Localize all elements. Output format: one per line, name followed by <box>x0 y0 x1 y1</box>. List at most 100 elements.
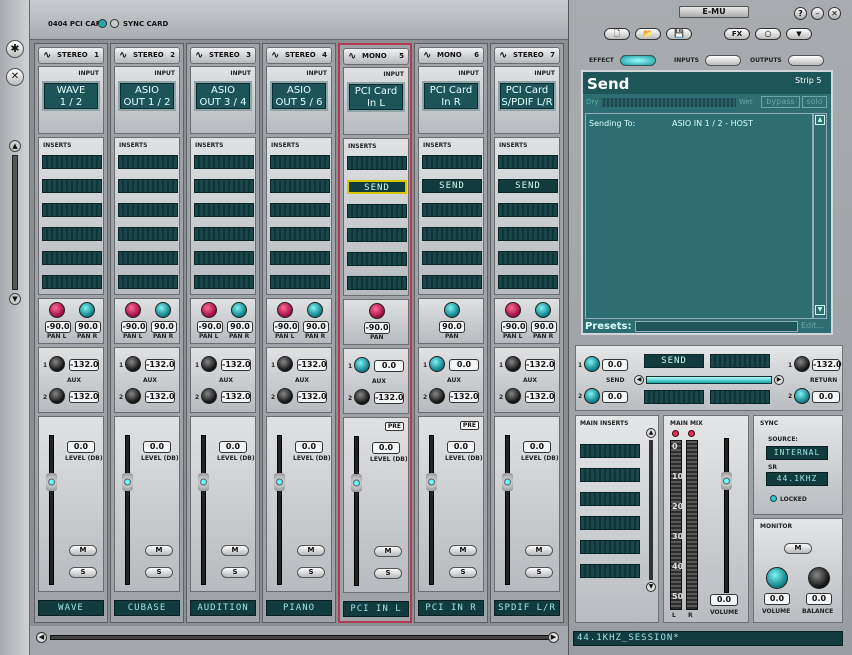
main-insert-slot[interactable] <box>580 444 640 458</box>
aux-value-1[interactable]: -132.0 <box>297 359 327 371</box>
main-insert-slot[interactable] <box>580 540 640 554</box>
vertical-scrollbar[interactable] <box>12 155 18 290</box>
level-fader-track[interactable] <box>354 436 359 586</box>
insert-slot[interactable] <box>42 275 102 289</box>
send-knob-2[interactable] <box>584 388 600 404</box>
send-lcd[interactable]: SEND <box>644 354 704 368</box>
main-volume-value[interactable]: 0.0 <box>710 594 738 606</box>
aux-knob-1[interactable] <box>429 356 445 372</box>
strip-name[interactable]: CUBASE <box>114 600 180 616</box>
aux-value-2[interactable]: -132.0 <box>69 391 99 403</box>
solo-button[interactable]: S <box>69 567 97 578</box>
pan-value[interactable]: 90.0 <box>531 321 557 333</box>
send-next-icon[interactable]: ▶ <box>774 375 784 385</box>
main-insert-slot[interactable] <box>580 468 640 482</box>
tab-outputs[interactable]: OUTPUTS <box>750 57 782 64</box>
pan-knob[interactable] <box>49 302 65 318</box>
scroll-right-icon[interactable]: ▶ <box>548 632 559 643</box>
level-value[interactable]: 0.0 <box>295 441 323 453</box>
send-knob-1[interactable] <box>584 356 600 372</box>
strip-header[interactable]: ∿ STEREO 1 <box>38 47 104 64</box>
insert-slot[interactable] <box>270 155 330 169</box>
aux-knob-1[interactable] <box>49 356 65 372</box>
level-value[interactable]: 0.0 <box>447 441 475 453</box>
monitor-volume-knob[interactable] <box>766 567 788 589</box>
insert-slot[interactable] <box>347 228 407 242</box>
insert-slot[interactable] <box>498 155 558 169</box>
pan-value[interactable]: -90.0 <box>273 321 299 333</box>
strip-header[interactable]: ∿ STEREO 3 <box>190 47 256 64</box>
aux-value-2[interactable]: -132.0 <box>525 391 555 403</box>
insert-slot[interactable] <box>118 179 178 193</box>
input-source[interactable]: PCI Card In R <box>422 81 480 111</box>
insert-slot[interactable] <box>42 227 102 241</box>
aux-knob-1[interactable] <box>505 356 521 372</box>
insert-slot[interactable] <box>42 155 102 169</box>
pan-knob[interactable] <box>277 302 293 318</box>
aux-knob-2[interactable] <box>354 389 370 405</box>
insert-slot[interactable] <box>422 155 482 169</box>
pan-knob[interactable] <box>125 302 141 318</box>
pre-button[interactable]: PRE <box>459 421 479 430</box>
aux-knob-2[interactable] <box>429 388 445 404</box>
edit-button[interactable]: Edit... <box>801 321 824 330</box>
insert-slot[interactable]: SEND <box>347 180 407 194</box>
input-source[interactable]: ASIO OUT 5 / 6 <box>270 81 328 111</box>
strip-name[interactable]: PCI IN R <box>418 600 484 616</box>
strip-header[interactable]: ∿ STEREO 2 <box>114 47 180 64</box>
pan-value[interactable]: -90.0 <box>501 321 527 333</box>
level-value[interactable]: 0.0 <box>523 441 551 453</box>
insert-slot[interactable] <box>118 251 178 265</box>
insert-slot[interactable] <box>498 251 558 265</box>
bypass-button[interactable]: bypass <box>761 96 800 108</box>
mute-button[interactable]: M <box>449 545 477 556</box>
level-fader-track[interactable] <box>429 435 434 585</box>
insert-slot[interactable] <box>270 275 330 289</box>
solo-button[interactable]: S <box>297 567 325 578</box>
fx-button[interactable]: FX <box>724 28 750 40</box>
level-fader-handle[interactable] <box>502 473 513 491</box>
strip-header[interactable]: ∿ STEREO 4 <box>266 47 332 64</box>
level-fader-track[interactable] <box>201 435 206 585</box>
return-value-2[interactable]: 0.0 <box>812 391 840 403</box>
close-icon[interactable]: ✕ <box>6 68 24 86</box>
strip-header[interactable]: ∿ STEREO 7 <box>494 47 560 64</box>
insert-slot[interactable] <box>42 179 102 193</box>
pan-value[interactable]: 90.0 <box>227 321 253 333</box>
solo-button[interactable]: S <box>449 567 477 578</box>
main-insert-slot[interactable] <box>580 516 640 530</box>
insert-slot[interactable] <box>498 275 558 289</box>
monitor-balance-value[interactable]: 0.0 <box>806 593 832 605</box>
sync-source-value[interactable]: INTERNAL <box>766 446 828 460</box>
level-value[interactable]: 0.0 <box>143 441 171 453</box>
presets-dropdown[interactable] <box>635 321 798 332</box>
aux-value-2[interactable]: -132.0 <box>374 392 404 404</box>
aux-value-1[interactable]: -132.0 <box>145 359 175 371</box>
tab-effect-indicator[interactable] <box>620 55 656 66</box>
main-insert-slot[interactable] <box>580 492 640 506</box>
strip-name[interactable]: PIANO <box>266 600 332 616</box>
effect-scroll-down-icon[interactable]: ▼ <box>815 305 825 315</box>
pan-value[interactable]: 90.0 <box>439 321 465 333</box>
level-fader-handle[interactable] <box>198 473 209 491</box>
pan-value[interactable]: -90.0 <box>121 321 147 333</box>
send-bar[interactable] <box>646 376 772 384</box>
pan-knob[interactable] <box>201 302 217 318</box>
insert-slot[interactable] <box>194 155 254 169</box>
mute-button[interactable]: M <box>525 545 553 556</box>
sending-to-value[interactable]: ASIO IN 1 / 2 - HOST <box>672 119 753 128</box>
main-inserts-scrollbar[interactable] <box>649 440 653 580</box>
expand-icon[interactable]: ✱ <box>6 40 24 58</box>
insert-slot[interactable] <box>194 203 254 217</box>
insert-slot[interactable] <box>118 227 178 241</box>
insert-slot[interactable] <box>347 204 407 218</box>
aux-knob-1[interactable] <box>354 357 370 373</box>
save-session-icon[interactable]: 💾 <box>666 28 692 40</box>
pan-knob[interactable] <box>231 302 247 318</box>
solo-button[interactable]: S <box>221 567 249 578</box>
solo-button[interactable]: solo <box>802 96 827 108</box>
pan-knob[interactable] <box>444 302 460 318</box>
level-fader-track[interactable] <box>277 435 282 585</box>
pan-knob[interactable] <box>535 302 551 318</box>
level-fader-track[interactable] <box>505 435 510 585</box>
